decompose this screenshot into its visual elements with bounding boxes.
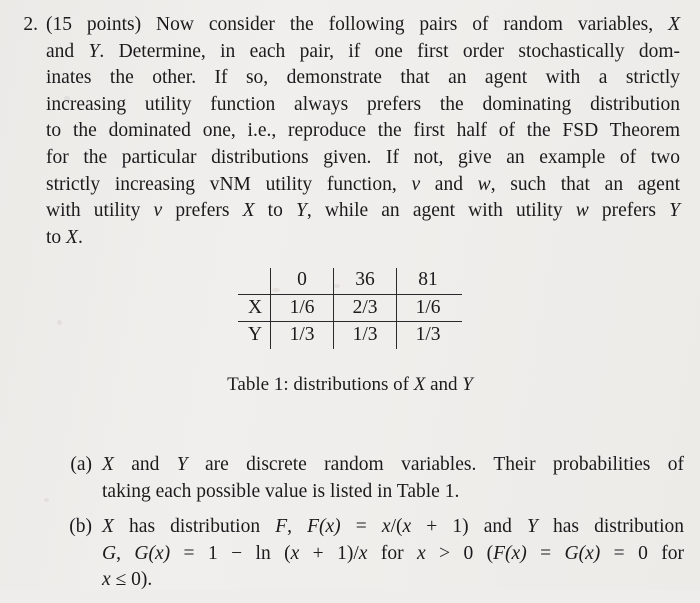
part-text: X and Y are discrete random variables. T… [102, 452, 700, 505]
table-row: X 1/6 2/3 1/6 [237, 293, 463, 322]
table-column-header: 36 [333, 268, 398, 294]
part-label: (a) [70, 454, 92, 475]
list-item: (b) X has distribution F, F(x) = x/(x + … [0, 514, 700, 594]
problem-line: increasing utility function always prefe… [46, 93, 680, 115]
list-item: (a) X and Y are discrete random variable… [0, 452, 700, 505]
problem-line: for the particular distributions given. … [46, 146, 680, 168]
part-line: taking each possible value is listed in … [102, 480, 460, 502]
table-column-header: 81 [418, 269, 438, 290]
table-header-row: 0 36 81 [237, 268, 462, 294]
table-row: Y 1/3 1/3 1/3 [237, 321, 462, 349]
table-cell: 1/3 [415, 324, 441, 345]
table-corner-cell [237, 268, 272, 294]
problem-statement: 2. (15 points) Now consider the followin… [0, 12, 700, 251]
problem-number: 2. [23, 14, 38, 35]
table-cell: 2/3 [333, 293, 398, 322]
problem-line: with utility v prefers X to Y, while an … [46, 200, 680, 222]
problem-line: to the dominated one, i.e., reproduce th… [46, 120, 680, 142]
table-row-label: X [237, 293, 272, 322]
part-line: X and Y are discrete random variables. T… [102, 454, 684, 475]
problem-line: strictly increasing vNM utility function… [46, 173, 680, 195]
part-line: X has distribution F, F(x) = x/(x + 1) a… [102, 516, 685, 538]
problem-text: (15 points) Now consider the following p… [46, 12, 694, 251]
part-text: X has distribution F, F(x) = x/(x + 1) a… [102, 514, 700, 594]
table-cell: 1/3 [333, 321, 398, 349]
part-line: G, G(x) = 1 − ln (x + 1)/x for x > 0 (F(… [102, 542, 684, 564]
distributions-table-wrapper: 0 36 81 X 1/6 2/3 1/6 Y 1/3 1/3 1/3 [0, 268, 700, 349]
problem-line: inates the other. If so, demonstrate tha… [46, 67, 680, 89]
table-cell: 1/6 [270, 293, 335, 322]
table-cell: 1/6 [396, 293, 463, 322]
problem-line: (15 points) Now consider the following p… [46, 14, 680, 35]
sub-parts-list: (a) X and Y are discrete random variable… [0, 452, 700, 603]
problem-line: to X. [46, 226, 83, 248]
part-label: (b) [69, 516, 92, 538]
problem-line: and Y. Determine, in each pair, if one f… [46, 40, 680, 62]
document-page: 2. (15 points) Now consider the followin… [0, 0, 700, 590]
table-row-label: Y [237, 321, 272, 349]
distributions-table: 0 36 81 X 1/6 2/3 1/6 Y 1/3 1/3 1/3 [237, 268, 463, 349]
table-column-header: 0 [270, 268, 335, 294]
table-cell: 1/3 [270, 321, 335, 349]
table-caption: Table 1: distributions of X and Y [227, 374, 473, 395]
